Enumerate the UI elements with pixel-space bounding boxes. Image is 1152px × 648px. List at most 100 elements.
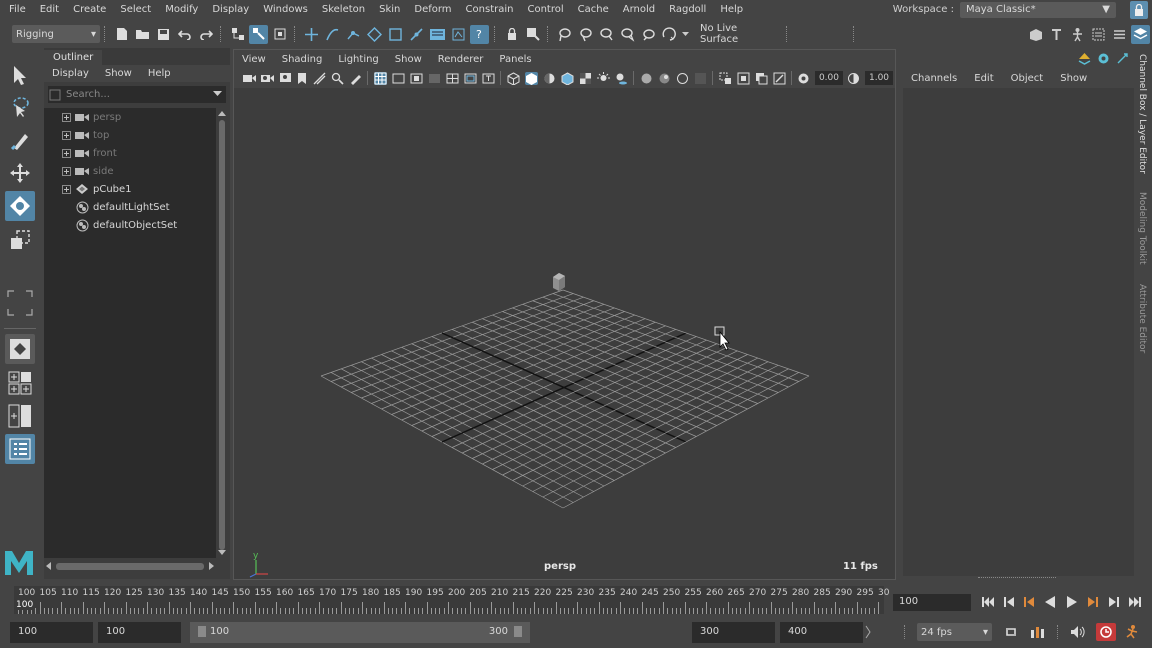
outliner-menu-show[interactable]: Show [97,68,140,79]
search-filter-icon[interactable] [48,88,62,102]
toolbar-grip[interactable] [1057,625,1059,639]
toggle-attribute-editor-icon[interactable] [1089,25,1108,44]
outliner-item-defaultlightset[interactable]: defaultLightSet [44,198,216,216]
snap-curve-icon[interactable] [323,25,342,44]
chevron-down-icon[interactable] [213,89,222,100]
lasso-select-icon[interactable] [660,25,679,44]
outliner-item-side[interactable]: side [44,162,216,180]
lasso-tool-icon[interactable] [5,92,35,122]
select-component-icon[interactable] [270,25,289,44]
outliner-item-defaultobjectset[interactable]: defaultObjectSet [44,216,216,234]
default-material-icon[interactable] [543,72,556,85]
motion-blur-icon[interactable] [658,72,671,85]
film-gate-icon[interactable] [392,72,405,85]
menu-skin[interactable]: Skin [372,0,407,19]
toolbar-grip[interactable] [786,26,789,42]
open-scene-icon[interactable] [133,25,152,44]
help-icon[interactable]: ? [470,24,489,44]
exposure-icon[interactable] [797,72,810,85]
move-tool-icon[interactable] [5,158,35,188]
outliner-horizontal-scrollbar[interactable] [44,560,216,572]
step-forward-frame-icon[interactable] [1106,594,1122,610]
resolution-gate-icon[interactable] [410,72,423,85]
select-camera-icon[interactable] [242,72,256,85]
multisample-aa-icon[interactable] [676,72,689,85]
select-highlighted-icon[interactable] [523,25,542,44]
menu-create[interactable]: Create [66,0,113,19]
rotate-tool-icon[interactable] [5,191,35,221]
viewport-menu-view[interactable]: View [234,54,274,65]
expand-icon[interactable] [62,148,71,158]
pcube-object[interactable] [553,273,565,291]
lock-icon[interactable] [502,25,521,44]
shadows-icon[interactable] [615,72,628,85]
cache-playback-icon[interactable] [1030,624,1046,640]
toggle-tool-settings-icon[interactable] [1110,25,1129,44]
menu-edit[interactable]: Edit [33,0,66,19]
toolbar-grip[interactable] [494,26,497,42]
outliner-item-persp[interactable]: persp [44,108,216,126]
wireframe-icon[interactable] [507,71,520,85]
2d-pan-zoom-icon[interactable] [331,72,344,85]
gamma-icon[interactable] [847,72,860,85]
textured-icon[interactable] [579,72,592,85]
outliner-menu-help[interactable]: Help [140,68,179,79]
channel-box-menu-channels[interactable]: Channels [900,73,963,84]
snap-grid-icon[interactable] [302,25,321,44]
chevron-right-icon[interactable] [865,625,871,642]
tab-channel-box-layer-editor[interactable]: Channel Box / Layer Editor [1137,54,1147,174]
expand-icon[interactable] [62,184,71,194]
render-view-icon[interactable] [428,25,447,44]
viewport-menu-renderer[interactable]: Renderer [430,54,492,65]
xray-icon[interactable] [737,72,750,85]
range-end-handle[interactable] [514,626,522,637]
snap-view-plane-icon[interactable] [365,25,384,44]
toggle-character-controls-icon[interactable] [1068,25,1087,44]
animation-preferences-icon[interactable] [1124,624,1140,640]
channel-box-menu-show[interactable]: Show [1049,73,1093,84]
tab-modeling-toolkit[interactable]: Modeling Toolkit [1137,192,1147,265]
channel-box-settings-icon[interactable] [1116,52,1129,65]
tab-attribute-editor[interactable]: Attribute Editor [1137,284,1147,353]
menu-ragdoll[interactable]: Ragdoll [662,0,713,19]
auto-key-icon[interactable] [1096,623,1116,641]
viewport-menu-show[interactable]: Show [387,54,430,65]
play-backwards-icon[interactable] [1042,594,1058,610]
live-surface-field[interactable]: No Live Surface [696,23,782,45]
expand-icon[interactable] [62,166,71,176]
save-scene-icon[interactable] [154,25,173,44]
menuset-dropdown[interactable]: Rigging ▾ [12,25,100,43]
outliner-search[interactable]: Search... [48,86,226,103]
menu-help[interactable]: Help [713,0,750,19]
range-slider-bar[interactable]: 100 300 [190,622,530,643]
animation-end-field[interactable]: 400 [780,622,863,643]
grid-icon[interactable] [373,71,387,85]
channel-box-menu-edit[interactable]: Edit [963,73,999,84]
sound-icon[interactable] [1070,624,1086,640]
four-view-icon[interactable] [5,369,35,397]
current-frame-field[interactable]: 100 [893,594,971,611]
xray-joints-icon[interactable] [773,72,786,85]
workspace-dropdown[interactable]: Maya Classic* ▼ [960,1,1116,18]
menu-modify[interactable]: Modify [158,0,205,19]
smooth-shade-icon[interactable] [524,71,538,85]
viewport-canvas[interactable]: y [234,90,895,580]
render-sequence-icon[interactable] [449,25,468,44]
layer-editor-icon[interactable] [1078,52,1091,65]
range-start-handle[interactable] [198,626,206,637]
menu-control[interactable]: Control [520,0,570,19]
scrollbar-thumb[interactable] [56,563,204,570]
menu-file[interactable]: File [0,0,33,19]
outliner-menu-display[interactable]: Display [44,68,97,79]
menu-constrain[interactable]: Constrain [459,0,521,19]
viewport-menu-shading[interactable]: Shading [274,54,331,65]
toolbar-grip[interactable] [853,26,856,42]
select-object-icon[interactable] [249,24,268,44]
gamma-field[interactable]: 1.00 [864,71,894,85]
outliner-vertical-scrollbar[interactable] [216,108,228,558]
step-forward-key-icon[interactable] [1085,594,1101,610]
toggle-modeling-toolkit-icon[interactable] [1047,25,1066,44]
animation-start-field[interactable]: 100 [10,622,93,643]
lasso-select-icon[interactable] [597,25,616,44]
select-hierarchy-icon[interactable] [228,25,247,44]
